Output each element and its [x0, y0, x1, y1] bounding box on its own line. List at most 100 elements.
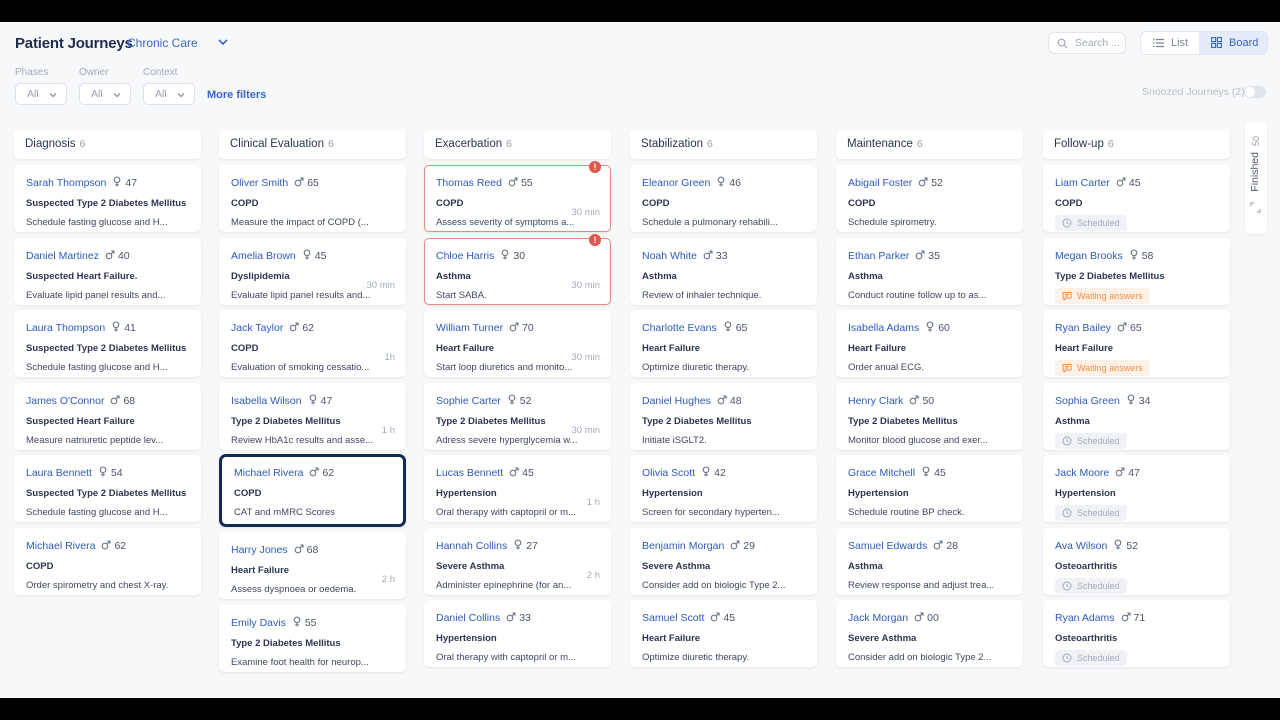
expand-icon[interactable] — [1250, 202, 1261, 213]
patient-card[interactable]: Ava Wilson 52 Osteoarthritis Scheduled — [1043, 527, 1230, 595]
patient-card[interactable]: ! Thomas Reed 55 COPD Assess severity of sym… — [424, 161, 611, 232]
patient-card[interactable]: Henry Clark 50 Type 2 Diabetes Mellitus Mon… — [836, 382, 1023, 450]
patient-name[interactable]: Hannah Collins — [436, 540, 507, 552]
patient-card[interactable]: Isabella Wilson 47 Type 2 Diabetes Mellitu… — [219, 382, 406, 450]
patient-card[interactable]: Daniel Hughes 48 Type 2 Diabetes Mellitus I… — [630, 382, 817, 450]
patient-card[interactable]: Jack Morgan 00 Severe Asthma Consider add o… — [836, 600, 1023, 667]
patient-card[interactable]: Olivia Scott 42 Hypertension Screen for sec… — [630, 455, 817, 522]
patient-card[interactable]: Emily Davis 55 Type 2 Diabetes Mellitus Exa… — [219, 604, 406, 672]
board-view-button[interactable]: Board — [1199, 32, 1267, 54]
phases-filter-select[interactable]: All — [15, 83, 67, 105]
patient-name[interactable]: Eleanor Green — [642, 177, 710, 189]
patient-card[interactable]: Jack Taylor 62 COPD Evaluation of smoking c… — [219, 310, 406, 377]
patient-name[interactable]: Michael Rivera — [26, 540, 95, 552]
patient-card[interactable]: Isabella Adams 60 Heart Failure Order anual… — [836, 310, 1023, 377]
patient-card[interactable]: Sophia Green 34 Asthma Scheduled — [1043, 382, 1230, 450]
patient-name[interactable]: Laura Bennett — [26, 467, 92, 479]
next-action: Order anual ECG. — [848, 362, 925, 373]
patient-card[interactable]: Samuel Scott 45 Heart Failure Optimize diur… — [630, 600, 817, 667]
patient-name[interactable]: Oliver Smith — [231, 177, 288, 189]
patient-card[interactable]: Benjamin Morgan 29 Severe Asthma Consider a… — [630, 527, 817, 595]
patient-name[interactable]: Harry Jones — [231, 544, 288, 556]
patient-name[interactable]: Liam Carter — [1055, 177, 1110, 189]
more-filters-link[interactable]: More filters — [207, 89, 266, 101]
patient-name[interactable]: Daniel Hughes — [642, 395, 711, 407]
patient-name[interactable]: Henry Clark — [848, 395, 903, 407]
patient-card[interactable]: Laura Bennett 54 Suspected Type 2 Diabetes… — [14, 455, 201, 522]
snoozed-journeys-toggle[interactable] — [1244, 86, 1266, 98]
patient-card[interactable]: Michael Rivera 62 COPD CAT and mMRC Scores — [219, 454, 406, 527]
patient-card[interactable]: Ryan Bailey 65 Heart Failure Waiting answer… — [1043, 310, 1230, 377]
patient-age: 47 — [1128, 467, 1140, 479]
patient-name[interactable]: Ava Wilson — [1055, 540, 1107, 552]
patient-card[interactable]: Megan Brooks 58 Type 2 Diabetes Mellitus Wa… — [1043, 237, 1230, 305]
owner-filter-select[interactable]: All — [79, 83, 131, 105]
patient-name[interactable]: Isabella Wilson — [231, 395, 302, 407]
patient-card[interactable]: Noah White 33 Asthma Review of inhaler tech… — [630, 237, 817, 305]
patient-card[interactable]: Amelia Brown 45 Dyslipidemia Evaluate lipid… — [219, 237, 406, 305]
patient-name[interactable]: Emily Davis — [231, 617, 286, 629]
patient-name[interactable]: Charlotte Evans — [642, 322, 717, 334]
context-filter-select[interactable]: All — [143, 83, 195, 105]
patient-name[interactable]: Grace Mitchell — [848, 467, 915, 479]
patient-card[interactable]: Laura Thompson 41 Suspected Type 2 Diabete… — [14, 310, 201, 377]
patient-card[interactable]: Abigail Foster 52 COPD Schedule spirometry. — [836, 165, 1023, 232]
patient-name[interactable]: Jack Taylor — [231, 322, 283, 334]
patient-name[interactable]: Jack Moore — [1055, 467, 1109, 479]
patient-name[interactable]: Lucas Bennett — [436, 467, 503, 479]
patient-name[interactable]: Daniel Collins — [436, 612, 500, 624]
patient-card[interactable]: Daniel Collins 33 Hypertension Oral therapy… — [424, 600, 611, 667]
patient-card[interactable]: Ryan Adams 71 Osteoarthritis Scheduled — [1043, 600, 1230, 667]
patient-name[interactable]: Jack Morgan — [848, 612, 908, 624]
patient-name[interactable]: Ryan Adams — [1055, 612, 1115, 624]
patient-name[interactable]: Abigail Foster — [848, 177, 912, 189]
chevron-down-icon[interactable] — [216, 35, 230, 49]
patient-card[interactable]: James O'Connor 68 Suspected Heart Failure M… — [14, 382, 201, 450]
patient-name[interactable]: Daniel Martinez — [26, 250, 99, 262]
patient-name[interactable]: William Turner — [436, 322, 503, 334]
next-action: Initiate iSGLT2. — [642, 434, 707, 446]
patient-card[interactable]: Eleanor Green 46 COPD Schedule a pulmonary … — [630, 165, 817, 232]
patient-card[interactable]: Lucas Bennett 45 Hypertension Oral therapy … — [424, 455, 611, 522]
patient-card[interactable]: Daniel Martinez 40 Suspected Heart Failure… — [14, 237, 201, 305]
patient-name[interactable]: Chloe Harris — [436, 250, 494, 262]
patient-card[interactable]: Oliver Smith 65 COPD Measure the impact of … — [219, 165, 406, 232]
list-view-button[interactable]: List — [1141, 32, 1199, 54]
patient-name[interactable]: Sophie Carter — [436, 395, 501, 407]
search-input[interactable]: Search ... — [1048, 32, 1126, 54]
status-badge-label: Scheduled — [1077, 508, 1120, 518]
patient-card[interactable]: ! Chloe Harris 30 Asthma Start SABA. 30 min — [424, 233, 611, 305]
patient-card[interactable]: Harry Jones 68 Heart Failure Assess dyspnoe… — [219, 532, 406, 599]
patient-card[interactable]: Grace Mitchell 45 Hypertension Schedule rou… — [836, 455, 1023, 522]
patient-name[interactable]: Sophia Green — [1055, 395, 1120, 407]
context-selector[interactable]: Chronic Care — [127, 36, 198, 50]
patient-card[interactable]: Ethan Parker 35 Asthma Conduct routine foll… — [836, 237, 1023, 305]
patient-name[interactable]: Sarah Thompson — [26, 177, 106, 189]
patient-name[interactable]: Benjamin Morgan — [642, 540, 724, 552]
patient-name[interactable]: Isabella Adams — [848, 322, 919, 334]
finished-column-collapsed[interactable]: 50 Finished — [1245, 122, 1267, 234]
patient-card[interactable]: Michael Rivera 62 COPD Order spirometry and… — [14, 527, 201, 595]
patient-name[interactable]: Ryan Bailey — [1055, 322, 1111, 334]
patient-card[interactable]: Sophie Carter 52 Type 2 Diabetes Mellitus A… — [424, 382, 611, 450]
patient-card[interactable]: Hannah Collins 27 Severe Asthma Administer … — [424, 527, 611, 595]
patient-card[interactable]: Sarah Thompson 47 Suspected Type 2 Diabete… — [14, 165, 201, 232]
patient-name[interactable]: James O'Connor — [26, 395, 104, 407]
patient-card[interactable]: Charlotte Evans 65 Heart Failure Optimize d… — [630, 310, 817, 377]
patient-name[interactable]: Samuel Edwards — [848, 540, 927, 552]
patient-name[interactable]: Ethan Parker — [848, 250, 909, 262]
patient-name[interactable]: Amelia Brown — [231, 250, 296, 262]
search-icon — [1057, 38, 1068, 49]
patient-name[interactable]: Samuel Scott — [642, 612, 704, 624]
patient-name[interactable]: Megan Brooks — [1055, 250, 1123, 262]
patient-name[interactable]: Michael Rivera — [234, 467, 303, 479]
patient-name[interactable]: Laura Thompson — [26, 322, 105, 334]
patient-name[interactable]: Thomas Reed — [436, 177, 502, 189]
patient-name[interactable]: Olivia Scott — [642, 467, 695, 479]
patient-card[interactable]: William Turner 70 Heart Failure Start loop … — [424, 310, 611, 377]
patient-condition: Severe Asthma — [642, 560, 711, 572]
patient-card[interactable]: Liam Carter 45 COPD Scheduled — [1043, 165, 1230, 232]
patient-card[interactable]: Jack Moore 47 Hypertension Scheduled — [1043, 455, 1230, 522]
patient-name[interactable]: Noah White — [642, 250, 697, 262]
patient-card[interactable]: Samuel Edwards 28 Asthma Review response an… — [836, 527, 1023, 595]
